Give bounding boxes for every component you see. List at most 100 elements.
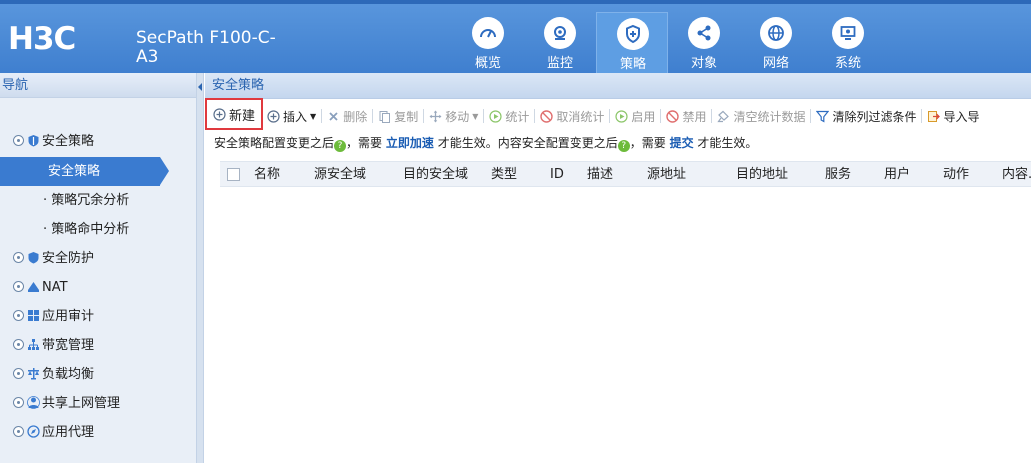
- new-button[interactable]: 新建: [205, 98, 264, 130]
- sidebar-collapse-handle[interactable]: [197, 73, 204, 463]
- help-icon[interactable]: ?: [334, 140, 347, 152]
- column-header-id[interactable]: ID: [550, 162, 564, 188]
- system-icon: [832, 17, 864, 49]
- sidebar-item-nat[interactable]: NAT: [13, 275, 68, 301]
- toolbar-divider: [423, 109, 425, 123]
- clear-filter-button-label: 清除列过滤条件: [832, 109, 917, 124]
- clear-stats-button-label: 清空统计数据: [733, 109, 806, 124]
- delete-button-label: 删除: [343, 109, 368, 124]
- toolbar-divider: [921, 109, 923, 123]
- copy-button-label: 复制: [394, 109, 419, 124]
- column-header-name[interactable]: 名称: [254, 162, 280, 188]
- sidebar-subitem-label: 策略冗余分析: [51, 193, 130, 208]
- monitor-icon: [544, 17, 576, 49]
- submit-link[interactable]: 提交: [670, 136, 694, 150]
- expand-circle-icon: [13, 310, 24, 321]
- tab-network[interactable]: 网络: [740, 12, 812, 73]
- sidebar-subitem-security-policy[interactable]: 安全策略: [0, 157, 169, 186]
- h3c-logo: H3C: [8, 21, 76, 57]
- tab-policy[interactable]: 策略: [596, 12, 668, 73]
- import-button-label: 导入导: [943, 109, 980, 124]
- play-circle-icon: [489, 109, 502, 123]
- disable-button[interactable]: 禁用: [662, 105, 710, 127]
- sidebar-item-app-proxy[interactable]: 应用代理: [13, 420, 94, 446]
- top-strip: [0, 0, 1031, 4]
- product-name-line1: SecPath F100-C-: [136, 28, 276, 48]
- column-header-src-zone[interactable]: 源安全域: [314, 162, 366, 188]
- insert-button[interactable]: 插入 ▼: [263, 105, 320, 127]
- copy-icon: [379, 110, 391, 123]
- tab-overview[interactable]: 概览: [452, 12, 524, 73]
- expand-circle-icon: [13, 281, 24, 292]
- delete-x-icon: [329, 111, 338, 121]
- toolbar-divider: [372, 109, 374, 123]
- column-header-type[interactable]: 类型: [491, 162, 517, 188]
- sidebar-item-security-policy[interactable]: 安全策略: [13, 129, 94, 155]
- column-header-dst-zone[interactable]: 目的安全域: [403, 162, 468, 188]
- expand-circle-icon: [13, 252, 24, 263]
- column-header-user[interactable]: 用户: [884, 162, 910, 188]
- column-header-service[interactable]: 服务: [825, 162, 851, 188]
- column-header-content[interactable]: 内容...: [1002, 162, 1031, 188]
- column-header-src-address[interactable]: 源地址: [647, 162, 686, 188]
- copy-button[interactable]: 复制: [374, 105, 422, 127]
- clear-filter-button[interactable]: 清除列过滤条件: [812, 105, 920, 127]
- move-icon: [429, 110, 442, 122]
- tab-monitor-label: 监控: [546, 56, 573, 71]
- enable-button[interactable]: 启用: [611, 105, 659, 127]
- tab-system-label: 系统: [834, 56, 861, 71]
- forbid-icon: [540, 109, 554, 123]
- sidebar-subitem-hit-analysis[interactable]: · 策略命中分析: [43, 217, 129, 243]
- sidebar-subitem-redundancy-analysis[interactable]: · 策略冗余分析: [43, 188, 129, 214]
- sidebar: 导航 安全策略 安全策略 · 策略冗余分析 · 策略命中分析 安全防护 NAT …: [0, 73, 197, 463]
- sidebar-item-label: 安全防护: [42, 251, 95, 266]
- notice-text: ，需要: [629, 136, 666, 150]
- compass-icon: [27, 425, 40, 438]
- sidebar-item-label: 应用审计: [42, 309, 95, 324]
- column-header-action[interactable]: 动作: [943, 162, 969, 188]
- sidebar-item-security-protection[interactable]: 安全防护: [13, 246, 94, 272]
- forbid-icon: [666, 109, 680, 123]
- sidebar-item-load-balance[interactable]: 负载均衡: [13, 362, 94, 388]
- import-button[interactable]: 导入导: [923, 105, 983, 127]
- dashboard-icon: [472, 17, 504, 49]
- new-button-label: 新建: [229, 108, 256, 124]
- stats-button-label: 统计: [505, 109, 530, 124]
- notice-text: 安全策略配置变更之后: [214, 136, 335, 150]
- accelerate-now-link[interactable]: 立即加速: [386, 136, 434, 150]
- tab-object[interactable]: 对象: [668, 12, 740, 73]
- column-header-dst-address[interactable]: 目的地址: [736, 162, 788, 188]
- sidebar-item-label: 安全策略: [42, 134, 95, 149]
- filter-icon: [816, 110, 830, 123]
- import-icon: [928, 110, 941, 122]
- main-nav-tabs: 概览 监控 策略 对象 网络 系统: [452, 12, 884, 73]
- enable-button-label: 启用: [631, 109, 656, 124]
- shield-icon: [28, 135, 39, 147]
- sidebar-item-shared-internet[interactable]: 共享上网管理: [13, 391, 120, 417]
- tab-monitor[interactable]: 监控: [524, 12, 596, 73]
- tab-object-label: 对象: [690, 56, 717, 71]
- tab-overview-label: 概览: [474, 56, 501, 71]
- column-header-description[interactable]: 描述: [587, 162, 613, 188]
- notice-text: 才能生效。内容安全配置变更之后: [437, 136, 618, 150]
- toolbar-divider: [609, 109, 611, 123]
- expand-circle-icon: [13, 339, 24, 350]
- select-all-checkbox[interactable]: [227, 168, 240, 181]
- delete-button[interactable]: 删除: [323, 105, 371, 127]
- share-icon: [688, 17, 720, 49]
- sidebar-title: 导航: [0, 73, 196, 98]
- sidebar-item-app-audit[interactable]: 应用审计: [13, 304, 94, 330]
- help-icon[interactable]: ?: [617, 140, 630, 152]
- move-button[interactable]: 移动 ▼: [425, 105, 482, 127]
- sidebar-item-label: NAT: [42, 280, 68, 295]
- main-content: 安全策略 新建 插入 ▼ 删除 复制 移动 ▼ 统计 取消统计 启用 禁用 清空…: [205, 73, 1031, 463]
- tab-system[interactable]: 系统: [812, 12, 884, 73]
- nat-icon: [28, 282, 39, 292]
- cancel-stats-button[interactable]: 取消统计: [536, 105, 608, 127]
- top-header: H3C SecPath F100-C- A3 概览 监控 策略 对象 网络 系统: [0, 0, 1031, 73]
- play-circle-icon: [615, 109, 629, 123]
- stats-button[interactable]: 统计: [485, 105, 533, 127]
- sidebar-item-label: 带宽管理: [42, 338, 95, 353]
- sidebar-item-bandwidth[interactable]: 带宽管理: [13, 333, 94, 359]
- clear-stats-button[interactable]: 清空统计数据: [713, 105, 809, 127]
